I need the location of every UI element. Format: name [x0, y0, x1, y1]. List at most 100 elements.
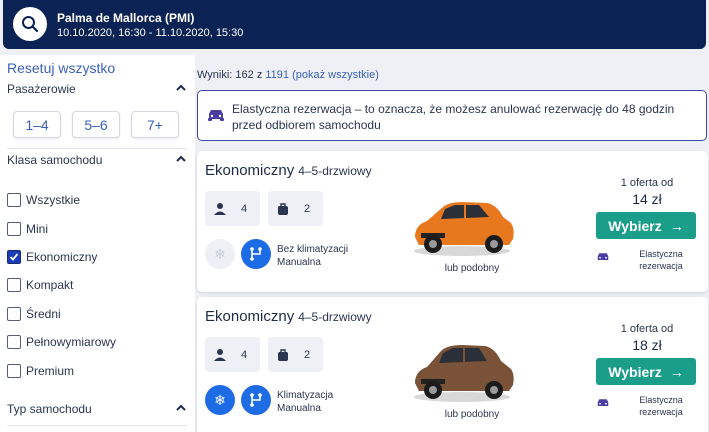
- checkbox-label: Kompakt: [26, 278, 74, 292]
- person-icon: [214, 202, 226, 215]
- class-checkbox-wszystkie[interactable]: Wszystkie: [7, 193, 80, 207]
- ac-feature: ❄: [205, 385, 235, 415]
- notice-text: Elastyczna rezerwacja – to oznacza, że m…: [232, 102, 675, 132]
- pickup-location: Palma de Mallorca (PMI): [57, 11, 195, 25]
- car-offer-card[interactable]: Ekonomiczny 4–5-drzwiowy 4 2 ❄ Klimatyzac…: [197, 297, 708, 432]
- passengers-option-7plus[interactable]: 7+: [131, 111, 179, 138]
- car-class-name: Ekonomiczny 4–5-drzwiowy: [205, 308, 372, 325]
- results-count: Wyniki: 162 z 1191 (pokaż wszystkie): [197, 69, 379, 81]
- checkbox-checked[interactable]: [7, 250, 21, 264]
- similar-note: lub podobny: [444, 263, 500, 274]
- gearshift-icon: [250, 393, 262, 407]
- bag-icon: [278, 348, 288, 361]
- ac-spec: Klimatyzacja: [277, 390, 334, 401]
- similar-note: lub podobny: [444, 409, 500, 420]
- car-class-name: Ekonomiczny 4–5-drzwiowy: [205, 162, 372, 179]
- flexible-booking-text: Elastyczna rezerwacja: [639, 249, 683, 271]
- offer-count: 1 oferta od: [620, 177, 674, 189]
- bags-count: 2: [304, 202, 311, 215]
- transmission-feature: [241, 385, 271, 415]
- filter-sidebar: Resetuj wszystko Pasażerowie 1–4 5–6 7+ …: [0, 55, 195, 432]
- show-all-link[interactable]: (pokaż wszystkie): [292, 69, 379, 81]
- checkmark-icon: [9, 253, 19, 261]
- car-class-label: Ekonomiczny: [205, 308, 295, 325]
- class-checkbox-sredni[interactable]: Średni: [7, 307, 61, 321]
- class-checkbox-ekonomiczny[interactable]: Ekonomiczny: [7, 250, 97, 264]
- checkbox[interactable]: [7, 278, 21, 292]
- car-offer-card[interactable]: Ekonomiczny 4–5-drzwiowy 4 2 ❄ Bez klimat…: [197, 151, 708, 292]
- checkbox-label: Pełnowymiarowy: [26, 335, 117, 349]
- car-image: [414, 202, 514, 256]
- bags-feature: 2: [268, 337, 323, 372]
- price: 14 zł: [632, 191, 662, 207]
- flexible-booking-text: Elastyczna rezerwacja: [639, 395, 683, 417]
- checkbox[interactable]: [7, 364, 21, 378]
- class-checkbox-premium[interactable]: Premium: [7, 364, 74, 378]
- search-button[interactable]: [13, 7, 47, 41]
- divider: [7, 425, 187, 426]
- ac-feature: ❄: [205, 239, 235, 269]
- chevron-up-icon: [176, 84, 186, 91]
- rental-dates: 10.10.2020, 16:30 - 11.10.2020, 15:30: [57, 27, 244, 39]
- search-header[interactable]: Palma de Mallorca (PMI) 10.10.2020, 16:3…: [3, 0, 706, 49]
- car-type-filter-title: Typ samochodu: [7, 402, 92, 416]
- price: 18 zł: [632, 337, 662, 353]
- divider: [7, 148, 187, 149]
- checkbox[interactable]: [7, 307, 21, 321]
- transmission-spec: Manualna: [277, 257, 321, 268]
- reset-all-link[interactable]: Resetuj wszystko: [7, 60, 115, 76]
- checkbox[interactable]: [7, 193, 21, 207]
- chevron-up-icon: [176, 155, 186, 162]
- checkbox-label: Ekonomiczny: [26, 250, 98, 264]
- car-type-filter-header[interactable]: Typ samochodu: [7, 402, 187, 416]
- passengers-option-1-4[interactable]: 1–4: [13, 111, 61, 138]
- transmission-spec: Manualna: [277, 403, 321, 414]
- person-icon: [214, 348, 226, 361]
- car-class-filter-header[interactable]: Klasa samochodu: [7, 153, 187, 167]
- class-checkbox-kompakt[interactable]: Kompakt: [7, 278, 73, 292]
- select-button[interactable]: Wybierz →: [596, 358, 696, 385]
- seats-feature: 4: [205, 191, 260, 226]
- class-checkbox-mini[interactable]: Mini: [7, 222, 48, 236]
- checkbox[interactable]: [7, 335, 21, 349]
- results-prefix: Wyniki: 162 z: [197, 69, 266, 81]
- passengers-option-5-6[interactable]: 5–6: [72, 111, 120, 138]
- seats-feature: 4: [205, 337, 260, 372]
- arrow-right-icon: →: [669, 217, 684, 234]
- checkbox-label: Premium: [26, 364, 75, 378]
- seats-count: 4: [241, 348, 248, 361]
- passengers-filter-title: Pasażerowie: [7, 82, 76, 96]
- select-button-label: Wybierz: [608, 363, 662, 380]
- flexible-booking-notice: Elastyczna rezerwacja – to oznacza, że m…: [197, 90, 707, 141]
- flexible-car-icon: [597, 399, 609, 406]
- select-button[interactable]: Wybierz →: [596, 212, 696, 239]
- car-class-filter-title: Klasa samochodu: [7, 153, 103, 167]
- bags-feature: 2: [268, 191, 323, 226]
- car-class-label: Ekonomiczny: [205, 162, 295, 179]
- flexible-car-icon: [208, 110, 224, 121]
- snowflake-icon: ❄: [214, 245, 226, 262]
- checkbox-label: Wszystkie: [26, 193, 80, 207]
- class-checkbox-pelnowymiarowy[interactable]: Pełnowymiarowy: [7, 335, 116, 349]
- search-icon: [22, 16, 39, 33]
- bags-count: 2: [304, 348, 311, 361]
- arrow-right-icon: →: [669, 363, 684, 380]
- transmission-feature: [241, 239, 271, 269]
- chevron-up-icon: [176, 404, 186, 411]
- seats-count: 4: [241, 202, 248, 215]
- select-button-label: Wybierz: [608, 217, 662, 234]
- car-doors: 4–5-drzwiowy: [298, 164, 372, 178]
- car-doors: 4–5-drzwiowy: [298, 310, 372, 324]
- checkbox[interactable]: [7, 222, 21, 236]
- bag-icon: [278, 202, 288, 215]
- checkbox-label: Średni: [26, 307, 61, 321]
- car-specs: Bez klimatyzacji Manualna: [277, 243, 348, 269]
- flexible-car-icon: [597, 253, 609, 260]
- snowflake-icon: ❄: [214, 391, 226, 408]
- car-specs: Klimatyzacja Manualna: [277, 389, 333, 415]
- results-total-link[interactable]: 1191: [265, 69, 289, 81]
- car-image: [414, 345, 514, 402]
- checkbox-label: Mini: [26, 222, 49, 236]
- gearshift-icon: [250, 247, 262, 261]
- passengers-filter-header[interactable]: Pasażerowie: [7, 82, 187, 96]
